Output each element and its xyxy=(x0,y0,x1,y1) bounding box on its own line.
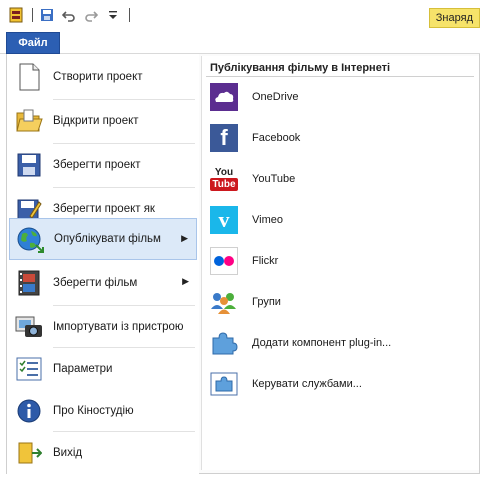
menu-item-publish-movie[interactable]: Опублікувати фільм ▶ xyxy=(9,218,197,260)
film-save-icon xyxy=(15,269,43,297)
youtube-logo-tube: Tube xyxy=(210,178,238,191)
youtube-logo-you: You xyxy=(214,167,234,178)
options-list-icon xyxy=(15,355,43,383)
publish-panel-heading: Публікування фільму в Інтернеті xyxy=(210,62,391,74)
menu-item-exit[interactable]: Вихід xyxy=(9,432,197,474)
movie-app-icon xyxy=(8,7,24,23)
menu-item-options[interactable]: Параметри xyxy=(9,348,197,390)
toolbar-separator xyxy=(32,8,33,22)
vimeo-icon: v xyxy=(210,206,238,234)
publish-facebook[interactable]: f Facebook xyxy=(210,121,474,155)
info-icon xyxy=(15,397,43,425)
puzzle-plugin-icon xyxy=(210,329,238,357)
menu-item-label: Імпортувати із пристрою xyxy=(53,321,184,333)
menu-item-label: Опублікувати фільм xyxy=(54,233,161,245)
menu-item-label: Про Кіностудію xyxy=(53,405,134,417)
save-icon[interactable] xyxy=(39,7,55,23)
globe-publish-icon xyxy=(16,225,44,253)
onedrive-icon xyxy=(210,83,238,111)
publish-groups[interactable]: Групи xyxy=(210,285,474,319)
undo-icon[interactable] xyxy=(61,7,77,23)
manage-services-icon xyxy=(210,370,238,398)
file-menu-commands: Створити проект Відкрити проект Зберегти… xyxy=(7,54,199,474)
publish-onedrive[interactable]: OneDrive xyxy=(210,80,474,114)
contextual-tools-tab[interactable]: Знаряд xyxy=(428,8,480,28)
publish-panel-heading-rule xyxy=(206,76,474,77)
quick-access-toolbar xyxy=(0,0,480,30)
menu-item-label: Створити проект xyxy=(53,71,143,83)
menu-item-label: Вихід xyxy=(53,447,83,459)
exit-folder-icon xyxy=(15,439,43,467)
publish-item-label: Додати компонент plug-in... xyxy=(252,337,392,349)
facebook-icon: f xyxy=(210,124,238,152)
menu-item-label: Параметри xyxy=(53,363,113,375)
menu-item-label: Зберегти проект як xyxy=(53,203,155,215)
publish-item-label: OneDrive xyxy=(252,91,299,103)
submenu-arrow-icon: ▶ xyxy=(181,233,188,243)
save-disk-icon xyxy=(15,151,43,179)
publish-manage-services[interactable]: Керувати службами... xyxy=(210,367,474,401)
menu-item-import-from-device[interactable]: Імпортувати із пристрою xyxy=(9,306,197,348)
publish-item-label: YouTube xyxy=(252,173,296,185)
file-tab[interactable]: Файл xyxy=(6,32,60,54)
publish-vimeo[interactable]: v Vimeo xyxy=(210,203,474,237)
menu-item-label: Зберегти проект xyxy=(53,159,141,171)
flickr-icon xyxy=(210,247,238,275)
camera-import-icon xyxy=(15,313,43,341)
customize-toolbar-icon[interactable] xyxy=(105,7,121,23)
publish-add-plugin[interactable]: Додати компонент plug-in... xyxy=(210,326,474,360)
publish-item-label: Групи xyxy=(252,296,281,308)
menu-item-save-project[interactable]: Зберегти проект xyxy=(9,144,197,186)
file-menu: Створити проект Відкрити проект Зберегти… xyxy=(6,54,480,474)
submenu-arrow-icon: ▶ xyxy=(182,276,189,286)
publish-youtube[interactable]: You Tube YouTube xyxy=(210,162,474,196)
publish-movie-panel: Публікування фільму в Інтернеті OneDrive… xyxy=(201,56,479,470)
publish-item-label: Vimeo xyxy=(252,214,283,226)
menu-item-label: Зберегти фільм xyxy=(53,277,138,289)
menu-item-label: Відкрити проект xyxy=(53,115,139,127)
menu-item-open-project[interactable]: Відкрити проект xyxy=(9,100,197,142)
publish-item-label: Керувати службами... xyxy=(252,378,362,390)
publish-flickr[interactable]: Flickr xyxy=(210,244,474,278)
menu-item-new-project[interactable]: Створити проект xyxy=(9,56,197,98)
youtube-icon: You Tube xyxy=(210,165,238,193)
new-document-icon xyxy=(15,63,43,91)
toolbar-separator-end xyxy=(129,8,130,22)
publish-item-label: Facebook xyxy=(252,132,301,144)
groups-icon xyxy=(210,288,238,316)
publish-item-label: Flickr xyxy=(252,255,279,267)
facebook-logo-letter: f xyxy=(220,125,228,150)
open-folder-icon xyxy=(15,107,43,135)
menu-item-about[interactable]: Про Кіностудію xyxy=(9,390,197,432)
ribbon-tab-row: Файл xyxy=(0,30,480,54)
redo-icon[interactable] xyxy=(83,7,99,23)
vimeo-logo-letter: v xyxy=(218,207,230,232)
menu-item-save-movie[interactable]: Зберегти фільм ▶ xyxy=(9,262,197,304)
